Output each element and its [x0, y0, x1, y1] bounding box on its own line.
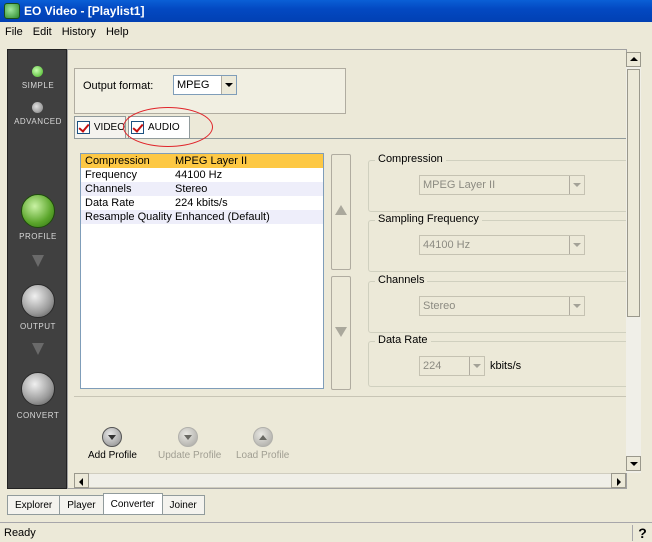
list-item-key: Frequency — [85, 169, 137, 181]
menu-bar: File Edit History Help — [0, 22, 652, 41]
profile-step-label[interactable]: PROFILE — [8, 232, 68, 241]
sampling-frequency-select[interactable]: 44100 Hz — [419, 235, 585, 255]
app-icon — [4, 3, 20, 19]
data-rate-select[interactable]: 224 — [419, 356, 485, 376]
update-profile-button[interactable]: Update Profile — [158, 450, 221, 461]
horizontal-scrollbar[interactable] — [74, 473, 626, 488]
list-item-key: Resample Quality — [85, 211, 172, 223]
compression-value: MPEG Layer II — [423, 179, 496, 191]
channels-value: Stereo — [423, 300, 456, 312]
menu-help[interactable]: Help — [101, 26, 134, 38]
load-profile-icon[interactable] — [253, 427, 273, 447]
list-item-key: Data Rate — [85, 197, 135, 209]
dropdown-arrow-icon[interactable] — [569, 236, 584, 254]
data-rate-group-label: Data Rate — [375, 334, 431, 346]
compression-group: Compression MPEG Layer II — [368, 153, 630, 212]
sampling-frequency-value: 44100 Hz — [423, 239, 471, 251]
list-item[interactable]: Channels Stereo — [81, 182, 323, 196]
help-icon[interactable]: ? — [632, 524, 652, 541]
move-down-button[interactable] — [331, 276, 351, 390]
highlight-annotation — [123, 107, 213, 147]
profile-step-icon[interactable] — [21, 194, 55, 228]
scroll-thumb[interactable] — [627, 69, 640, 317]
list-item-value: 224 kbits/s — [175, 197, 228, 209]
window-title: EO Video - [Playlist1] — [24, 4, 145, 18]
status-bar: Ready ? — [0, 522, 652, 542]
profile-actions: Add Profile Update Profile Load Profile — [74, 396, 626, 472]
list-item-key: Compression — [85, 155, 150, 167]
channels-group: Channels Stereo — [368, 274, 630, 333]
arrow-up-icon — [630, 53, 638, 61]
scroll-right-button[interactable] — [611, 473, 626, 488]
data-rate-value: 224 — [423, 360, 442, 372]
menu-edit[interactable]: Edit — [28, 26, 57, 38]
list-item-value: 44100 Hz — [175, 169, 223, 181]
data-rate-unit: kbits/s — [490, 360, 522, 372]
menu-file[interactable]: File — [0, 26, 28, 38]
list-item[interactable]: Data Rate 224 kbits/s — [81, 196, 323, 210]
list-item-value: MPEG Layer II — [175, 155, 248, 167]
list-item[interactable]: Frequency 44100 Hz — [81, 168, 323, 182]
advanced-mode-label[interactable]: ADVANCED — [8, 117, 68, 126]
dropdown-arrow-icon[interactable] — [469, 357, 484, 375]
list-item-value: Stereo — [175, 183, 208, 195]
status-text: Ready — [4, 526, 36, 539]
output-format-label: Output format: — [83, 80, 154, 92]
output-step-icon[interactable] — [21, 284, 55, 318]
tab-converter[interactable]: Converter — [102, 493, 163, 515]
arrow-left-icon — [75, 478, 83, 486]
data-rate-group: Data Rate 224 kbits/s — [368, 334, 630, 387]
sampling-frequency-group: Sampling Frequency 44100 Hz — [368, 213, 630, 272]
compression-select[interactable]: MPEG Layer II — [419, 175, 585, 195]
list-item[interactable]: Resample Quality Enhanced (Default) — [81, 210, 323, 224]
settings-list[interactable]: Compression MPEG Layer II Frequency 4410… — [80, 153, 324, 389]
tab-video-label: VIDEO — [93, 122, 125, 133]
mode-sidebar: SIMPLE ADVANCED PROFILE OUTPUT CONVERT — [7, 49, 67, 489]
add-profile-icon[interactable] — [102, 427, 122, 447]
list-item[interactable]: Compression MPEG Layer II — [81, 154, 323, 168]
convert-step-label[interactable]: CONVERT — [8, 411, 68, 420]
bottom-tabs: Explorer Player Converter Joiner — [7, 493, 205, 517]
dropdown-arrow-icon[interactable] — [569, 176, 584, 194]
move-up-button[interactable] — [331, 154, 351, 270]
update-profile-icon[interactable] — [178, 427, 198, 447]
tab-video[interactable]: VIDEO — [74, 116, 126, 138]
chevron-down-icon — [32, 255, 44, 267]
channels-select[interactable]: Stereo — [419, 296, 585, 316]
converter-panel: Output format: MPEG VIDEO AUDIO Compress… — [67, 49, 641, 489]
simple-led-icon[interactable] — [32, 66, 43, 77]
add-profile-button[interactable]: Add Profile — [88, 450, 137, 461]
list-item-value: Enhanced (Default) — [175, 211, 270, 223]
scroll-up-button[interactable] — [626, 52, 641, 67]
simple-mode-label[interactable]: SIMPLE — [8, 81, 68, 90]
compression-group-label: Compression — [375, 153, 446, 165]
menu-history[interactable]: History — [57, 26, 101, 38]
convert-step-icon[interactable] — [21, 372, 55, 406]
arrow-right-icon — [617, 478, 625, 486]
tab-player[interactable]: Player — [59, 495, 104, 515]
vertical-scrollbar[interactable] — [626, 52, 641, 473]
sampling-frequency-label: Sampling Frequency — [375, 213, 482, 225]
load-profile-button[interactable]: Load Profile — [236, 450, 289, 461]
arrow-down-icon — [630, 462, 638, 470]
dropdown-arrow-icon[interactable] — [221, 76, 236, 94]
output-format-box: Output format: MPEG — [74, 68, 346, 114]
tab-explorer[interactable]: Explorer — [7, 495, 61, 515]
output-step-label[interactable]: OUTPUT — [8, 322, 68, 331]
dropdown-arrow-icon[interactable] — [569, 297, 584, 315]
video-checkbox[interactable] — [77, 121, 90, 134]
output-format-value: MPEG — [177, 79, 210, 91]
title-bar: EO Video - [Playlist1] — [0, 0, 652, 22]
advanced-led-icon[interactable] — [32, 102, 43, 113]
tab-joiner[interactable]: Joiner — [161, 495, 205, 515]
output-format-select[interactable]: MPEG — [173, 75, 237, 95]
chevron-down-icon — [32, 343, 44, 355]
list-item-key: Channels — [85, 183, 132, 195]
scroll-down-button[interactable] — [626, 456, 641, 471]
scroll-left-button[interactable] — [74, 473, 89, 488]
channels-group-label: Channels — [375, 274, 428, 286]
